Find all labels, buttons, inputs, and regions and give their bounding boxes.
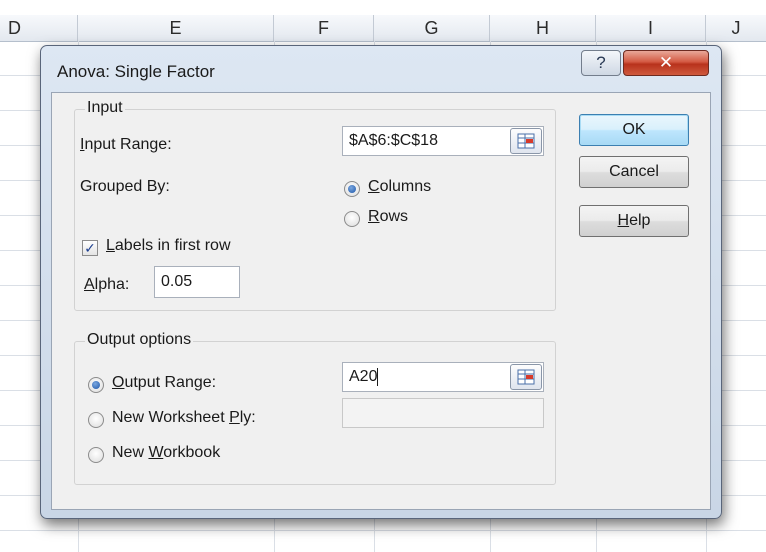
dialog-body: Input Input Range: $A$6:$C$18 Grouped By…	[51, 92, 711, 510]
labels-first-row-checkbox[interactable]: ✓	[82, 240, 98, 256]
new-workbook-radio[interactable]	[88, 447, 104, 463]
input-range-collapse-button[interactable]	[510, 128, 542, 154]
output-options-group: Output options Output Range: A20 New Wor…	[74, 331, 556, 485]
ok-button[interactable]: OK	[579, 114, 689, 146]
range-selector-icon	[517, 133, 535, 149]
input-group: Input Input Range: $A$6:$C$18 Grouped By…	[74, 99, 556, 311]
cancel-button[interactable]: Cancel	[579, 156, 689, 188]
output-range-label[interactable]: Output Range:	[112, 374, 216, 392]
new-worksheet-label[interactable]: New Worksheet Ply:	[112, 409, 256, 427]
column-header-f[interactable]: F	[274, 15, 374, 41]
range-selector-icon	[517, 369, 535, 385]
output-range-collapse-button[interactable]	[510, 364, 542, 390]
output-range-value: A20	[349, 368, 378, 385]
input-range-label: Input Range:	[80, 136, 172, 153]
help-question-button[interactable]: ?	[581, 50, 621, 76]
grouped-by-label: Grouped By:	[80, 178, 170, 195]
alpha-label: Alpha:	[84, 276, 130, 293]
column-header-i[interactable]: I	[596, 15, 706, 41]
grouped-by-columns-label[interactable]: Columns	[368, 178, 431, 196]
new-worksheet-field[interactable]	[342, 398, 544, 428]
column-header-e[interactable]: E	[78, 15, 274, 41]
column-header-d[interactable]: D	[0, 15, 78, 41]
text-caret	[377, 367, 379, 386]
column-header-g[interactable]: G	[374, 15, 490, 41]
close-button[interactable]: ✕	[623, 50, 709, 76]
input-group-label: Input	[85, 99, 125, 117]
alpha-field[interactable]: 0.05	[154, 266, 240, 298]
column-header-h[interactable]: H	[490, 15, 596, 41]
grouped-by-rows-label[interactable]: Rows	[368, 208, 408, 226]
dialog-title: Anova: Single Factor	[57, 62, 215, 81]
output-options-label: Output options	[85, 331, 194, 349]
grouped-by-columns-radio[interactable]	[344, 181, 360, 197]
anova-dialog: Anova: Single Factor ? ✕ Input Input Ran…	[40, 45, 722, 519]
column-header-j[interactable]: J	[706, 15, 766, 41]
new-workbook-label[interactable]: New Workbook	[112, 444, 220, 462]
help-button[interactable]: Help	[579, 205, 689, 237]
output-range-radio[interactable]	[88, 377, 104, 393]
column-header-row: D E F G H I J	[0, 15, 766, 42]
labels-first-row-label[interactable]: Labels in first row	[106, 237, 231, 255]
grouped-by-rows-radio[interactable]	[344, 211, 360, 227]
new-worksheet-radio[interactable]	[88, 412, 104, 428]
grid-line	[0, 530, 766, 531]
